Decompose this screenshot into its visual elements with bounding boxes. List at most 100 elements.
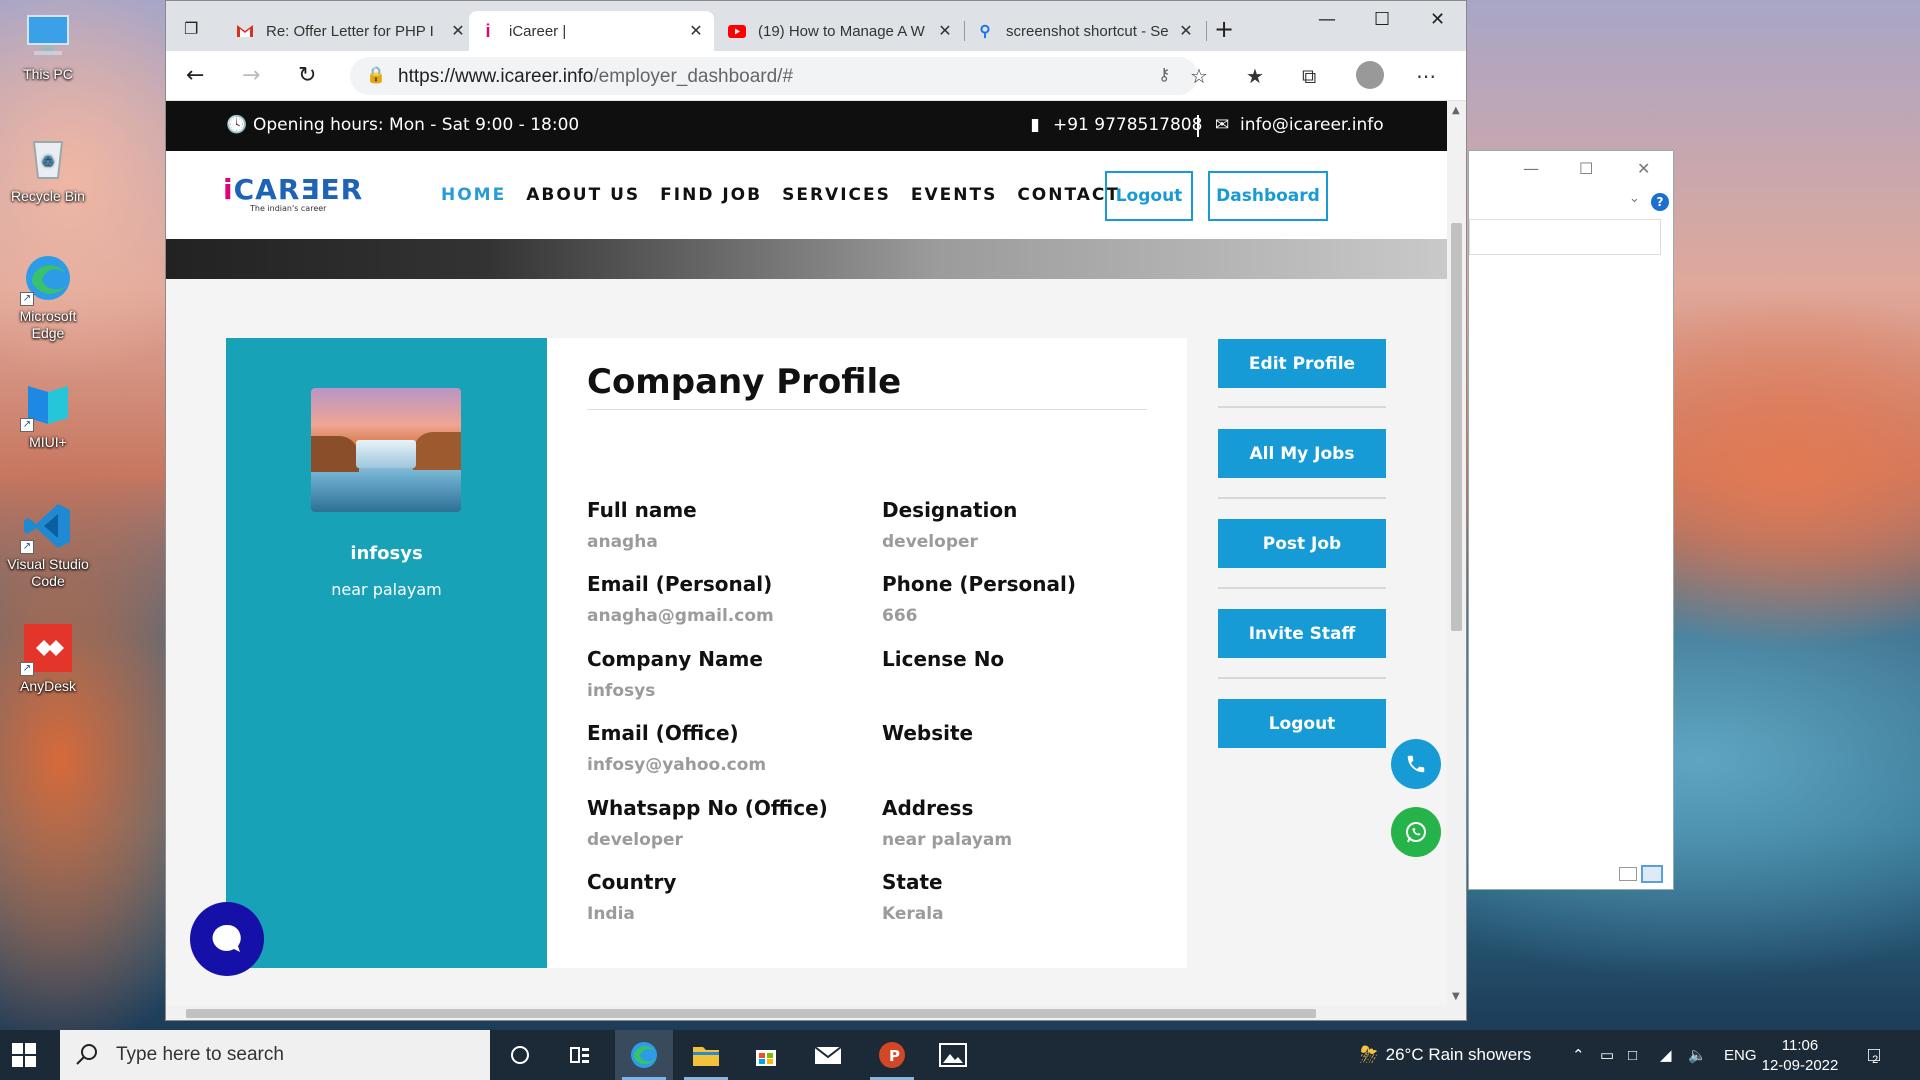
- nav-find-job[interactable]: FIND JOB: [660, 185, 762, 205]
- scrollbar-thumb[interactable]: [1451, 223, 1462, 631]
- close-tab-icon[interactable]: ✕: [688, 21, 704, 41]
- lock-icon[interactable]: 🔒: [366, 65, 386, 84]
- field-value: India: [587, 904, 635, 924]
- chevron-down-icon[interactable]: ⌄: [1629, 191, 1640, 206]
- close-icon[interactable]: ✕: [1637, 159, 1650, 178]
- desktop-icon-label: AnyDesk: [19, 678, 77, 694]
- edit-profile-button[interactable]: Edit Profile: [1218, 339, 1386, 388]
- phone-icon: [1407, 755, 1425, 773]
- field-value: anagha@gmail.com: [587, 606, 774, 626]
- web-page: 🕓 Opening hours: Mon - Sat 9:00 - 18:00 …: [166, 101, 1447, 1006]
- language-indicator[interactable]: ENG: [1724, 1030, 1757, 1080]
- desktop-icon-anydesk[interactable]: ↗ AnyDesk: [6, 622, 90, 695]
- call-button[interactable]: [1391, 739, 1441, 789]
- field-address: Address near palayam: [882, 796, 1012, 850]
- field-designation: Designation developer: [882, 498, 1017, 552]
- url-text[interactable]: https://www.icareer.info/employer_dashbo…: [398, 66, 793, 88]
- new-tab-icon[interactable]: +: [1214, 15, 1234, 43]
- contact-email[interactable]: ✉ info@icareer.info: [1213, 115, 1384, 135]
- close-tab-icon[interactable]: ✕: [1178, 21, 1194, 41]
- tab-youtube[interactable]: (19) How to Manage A W ✕: [718, 11, 963, 51]
- desktop-icon-label: MIUI+: [29, 434, 67, 450]
- desktop-icon-label: Visual Studio Code: [7, 556, 89, 589]
- tab-icareer[interactable]: i iCareer | ✕: [469, 11, 714, 51]
- scrollbar-thumb[interactable]: [186, 1009, 1316, 1018]
- all-my-jobs-button[interactable]: All My Jobs: [1218, 429, 1386, 478]
- whatsapp-button[interactable]: [1391, 807, 1441, 857]
- chat-widget-button[interactable]: [190, 902, 264, 976]
- contact-phone[interactable]: ▮ +91 9778517808: [1026, 115, 1202, 135]
- more-menu-icon[interactable]: ⋯: [1416, 64, 1436, 88]
- vertical-scrollbar[interactable]: ▲ ▼: [1447, 101, 1466, 1006]
- tab-search[interactable]: ⚲ screenshot shortcut - Se ✕: [966, 11, 1204, 51]
- collections-icon[interactable]: ⧉: [1302, 64, 1316, 88]
- task-view-icon[interactable]: [564, 1039, 596, 1071]
- horizontal-scrollbar[interactable]: [166, 1005, 1466, 1020]
- tab-strip: ❐ Re: Offer Letter for PHP I ✕ i iCareer…: [166, 1, 1466, 51]
- edge-icon: ↗: [20, 252, 74, 306]
- desktop-icon-edge[interactable]: ↗ Microsoft Edge: [6, 252, 90, 342]
- address-bar[interactable]: 🔒 https://www.icareer.info/employer_dash…: [350, 57, 1198, 95]
- refresh-icon[interactable]: ↻: [298, 63, 316, 89]
- invite-staff-button[interactable]: Invite Staff: [1218, 609, 1386, 658]
- microsoft-store-icon[interactable]: [750, 1039, 782, 1071]
- field-label: License No: [882, 647, 1005, 671]
- logout-button[interactable]: Logout: [1218, 699, 1386, 748]
- desktop-icon-miui[interactable]: ↗ MIUI+: [6, 378, 90, 451]
- weather-widget[interactable]: ⛈ 26°C Rain showers: [1360, 1030, 1531, 1080]
- system-clock[interactable]: 11:06 12-09-2022: [1755, 1036, 1845, 1076]
- volume-icon[interactable]: 🔈: [1688, 1030, 1707, 1080]
- scroll-down-icon[interactable]: ▼: [1452, 991, 1460, 1002]
- photos-icon[interactable]: [937, 1039, 969, 1071]
- minimize-icon[interactable]: —: [1523, 159, 1539, 178]
- header-logout-button[interactable]: Logout: [1105, 171, 1193, 221]
- scroll-up-icon[interactable]: ▲: [1452, 105, 1460, 116]
- header-dashboard-button[interactable]: Dashboard: [1208, 171, 1328, 221]
- favorites-icon[interactable]: ★: [1246, 64, 1264, 88]
- nav-events[interactable]: EVENTS: [911, 185, 997, 205]
- add-favorite-icon[interactable]: ☆: [1190, 64, 1208, 88]
- search-icon: ⚲: [979, 23, 991, 40]
- show-hidden-icons-icon[interactable]: ⌃: [1572, 1030, 1585, 1080]
- file-explorer-icon[interactable]: [690, 1039, 722, 1071]
- field-label: Email (Office): [587, 721, 739, 745]
- desktop-icon-this-pc[interactable]: This PC: [6, 10, 90, 83]
- device-icon[interactable]: ▭: [1600, 1030, 1614, 1080]
- preview-view-icon[interactable]: [1641, 865, 1663, 883]
- minimize-icon[interactable]: —: [1318, 9, 1336, 30]
- edge-taskbar-icon[interactable]: [628, 1039, 660, 1071]
- nav-home[interactable]: HOME: [441, 185, 506, 205]
- help-icon[interactable]: ?: [1651, 193, 1669, 211]
- details-view-icon[interactable]: [1619, 867, 1637, 881]
- field-label: Email (Personal): [587, 572, 773, 596]
- background-window-field[interactable]: [1469, 219, 1661, 255]
- close-tab-icon[interactable]: ✕: [937, 21, 953, 41]
- tab-title: (19) How to Manage A W: [758, 22, 925, 40]
- notification-center[interactable]: □ 2: [1868, 1030, 1880, 1080]
- key-icon[interactable]: ⚷: [1158, 65, 1170, 85]
- site-logo[interactable]: iCARƎER The indian's career: [223, 175, 363, 214]
- tab-actions-icon[interactable]: ❐: [184, 19, 198, 38]
- network-icon[interactable]: ◢: [1660, 1030, 1672, 1080]
- taskbar-search-box[interactable]: Type here to search: [60, 1030, 490, 1080]
- profile-avatar-icon[interactable]: [1356, 61, 1384, 89]
- maximize-icon[interactable]: ☐: [1374, 9, 1390, 30]
- close-tab-icon[interactable]: ✕: [450, 21, 466, 41]
- forward-icon[interactable]: →: [242, 63, 260, 89]
- tab-gmail[interactable]: Re: Offer Letter for PHP I ✕: [226, 11, 476, 51]
- desktop-icon-recycle-bin[interactable]: ♻ Recycle Bin: [6, 132, 90, 205]
- nav-about-us[interactable]: ABOUT US: [526, 185, 640, 205]
- divider: [1218, 497, 1386, 499]
- windows-start-icon[interactable]: [12, 1043, 36, 1067]
- nav-services[interactable]: SERVICES: [782, 185, 891, 205]
- meet-now-icon[interactable]: □: [1628, 1030, 1637, 1080]
- powerpoint-icon[interactable]: P: [876, 1039, 908, 1071]
- mail-icon[interactable]: [812, 1039, 844, 1071]
- cortana-icon[interactable]: [504, 1039, 536, 1071]
- maximize-icon[interactable]: ☐: [1579, 159, 1593, 178]
- desktop-icon-vscode[interactable]: ↗ Visual Studio Code: [6, 500, 90, 590]
- post-job-button[interactable]: Post Job: [1218, 519, 1386, 568]
- close-window-icon[interactable]: ✕: [1430, 9, 1445, 30]
- background-window[interactable]: — ☐ ✕ ⌄ ?: [1468, 150, 1674, 890]
- back-icon[interactable]: ←: [186, 63, 204, 89]
